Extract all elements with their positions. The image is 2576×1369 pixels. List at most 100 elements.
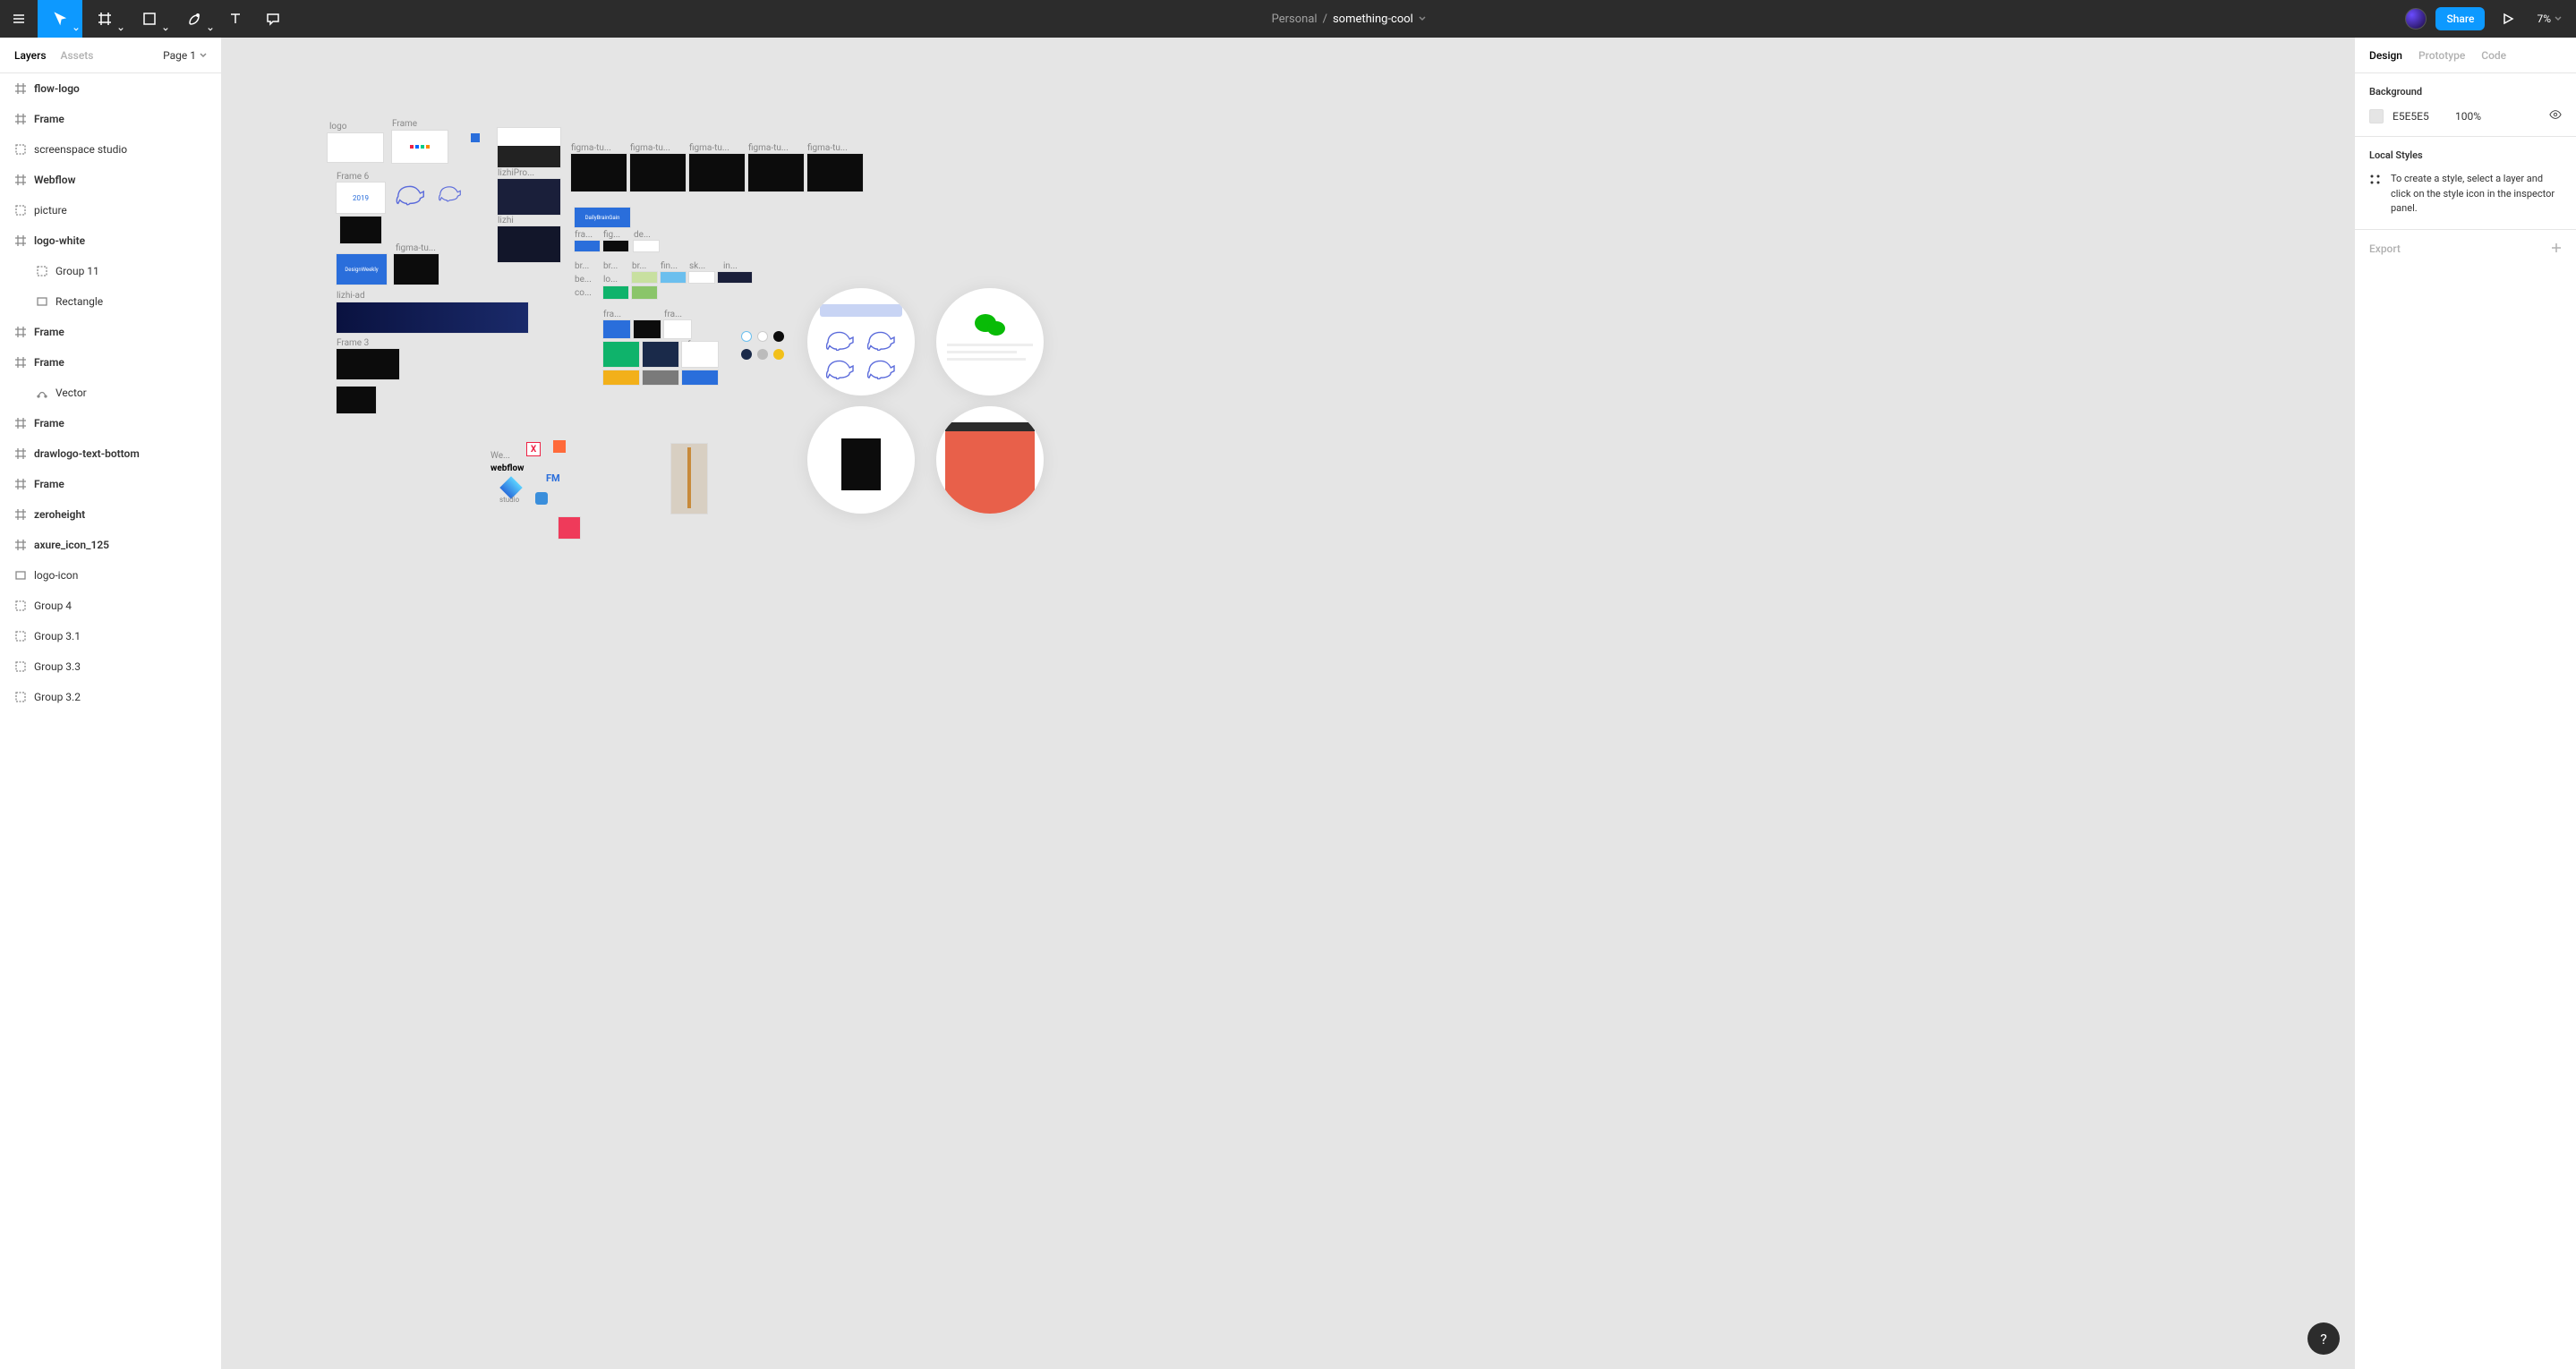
frame-label[interactable]: Frame — [392, 119, 417, 129]
art-chip[interactable] — [682, 370, 718, 385]
tab-layers[interactable]: Layers — [14, 49, 47, 62]
circle-preview-app1[interactable] — [807, 406, 915, 514]
layer-row[interactable]: flow-logo — [0, 73, 221, 104]
circle-preview-elephants[interactable] — [807, 288, 915, 395]
art-chip[interactable] — [643, 370, 678, 385]
art-chip[interactable] — [661, 272, 686, 283]
fm-text[interactable]: FM — [546, 472, 560, 484]
color-hex[interactable]: E5E5E5 — [2393, 110, 2446, 123]
background-row[interactable]: E5E5E5 100% — [2369, 108, 2562, 123]
art-black-small2[interactable] — [337, 387, 376, 413]
art-chip[interactable] — [634, 320, 661, 338]
frame-label[interactable]: in... — [723, 261, 738, 271]
layer-row[interactable]: axure_icon_125 — [0, 530, 221, 560]
dot-row[interactable] — [741, 349, 784, 360]
frame-label[interactable]: figma-tu... — [571, 143, 611, 153]
frame-label[interactable]: figma-tu... — [748, 143, 789, 153]
art-logo[interactable] — [328, 133, 383, 162]
layer-row[interactable]: Vector — [0, 378, 221, 408]
webflow-text[interactable]: webflow — [490, 463, 525, 473]
art-red-sq[interactable] — [559, 517, 580, 539]
text-tool[interactable] — [217, 0, 254, 38]
layers-list[interactable]: flow-logo Frame screenspace studioWebflowp… — [0, 73, 221, 1369]
visibility-toggle[interactable] — [2549, 108, 2562, 123]
share-button[interactable]: Share — [2435, 7, 2485, 30]
file-title-area[interactable]: Personal / something-cool — [292, 13, 2405, 26]
frame-label[interactable]: figma-tu... — [630, 143, 670, 153]
frame-label[interactable]: figma-tu... — [689, 143, 729, 153]
add-export-button[interactable] — [2551, 242, 2562, 256]
color-opacity[interactable]: 100% — [2455, 110, 2491, 123]
layer-row[interactable]: Webflow — [0, 165, 221, 195]
art-chip[interactable] — [603, 370, 639, 385]
menu-button[interactable] — [0, 0, 38, 38]
layer-row[interactable]: screenspace studio — [0, 134, 221, 165]
layer-row[interactable]: Rectangle — [0, 286, 221, 317]
layer-row[interactable]: drawlogo-text-bottom — [0, 438, 221, 469]
frame-label[interactable]: sk... — [689, 261, 705, 271]
layer-row[interactable]: Frame — [0, 408, 221, 438]
elephant-icon[interactable] — [437, 181, 464, 202]
art-chip[interactable] — [689, 272, 714, 283]
frame-label[interactable]: lizhiPro... — [498, 168, 534, 178]
tab-prototype[interactable]: Prototype — [2418, 49, 2465, 62]
layer-row[interactable]: Group 3.3 — [0, 651, 221, 682]
frame-label[interactable]: br... — [603, 261, 618, 271]
art-chip[interactable] — [664, 320, 691, 338]
layer-row[interactable]: logo-white — [0, 225, 221, 256]
layer-row[interactable]: picture — [0, 195, 221, 225]
art-figma-card[interactable] — [807, 154, 863, 191]
layer-row[interactable]: Group 3.1 — [0, 621, 221, 651]
art-chip[interactable] — [575, 241, 600, 251]
frame-label[interactable]: br... — [575, 261, 589, 271]
frame-label[interactable]: lo... — [603, 275, 618, 285]
art-chip[interactable] — [603, 342, 639, 367]
dot-row[interactable] — [741, 331, 784, 342]
pen-tool[interactable] — [172, 0, 217, 38]
art-chip[interactable] — [643, 342, 678, 367]
layer-row[interactable]: logo-icon — [0, 560, 221, 591]
frame-label[interactable]: figma-tu... — [396, 243, 436, 253]
art-figma-card[interactable] — [748, 154, 804, 191]
help-button[interactable]: ? — [2307, 1322, 2340, 1355]
frame-tool[interactable] — [82, 0, 127, 38]
elephant-icon[interactable] — [394, 179, 428, 206]
frame-label[interactable]: figma-tu... — [807, 143, 848, 153]
frame-label[interactable]: fra... — [664, 310, 682, 319]
frame-label[interactable]: logo — [329, 122, 346, 132]
art-small-blue[interactable] — [471, 133, 480, 142]
frame-label[interactable]: lizhi-ad — [337, 291, 365, 301]
color-swatch[interactable] — [2369, 109, 2384, 123]
logo-sq2[interactable] — [535, 492, 548, 505]
art-dailybrain[interactable]: DailyBrainGain — [575, 208, 630, 227]
art-figma-card[interactable] — [630, 154, 686, 191]
frame-label[interactable]: We... — [490, 451, 510, 461]
layer-row[interactable]: Frame — [0, 347, 221, 378]
art-chip[interactable] — [603, 286, 628, 299]
circle-preview-app2[interactable] — [936, 406, 1044, 514]
art-lizhipro[interactable] — [498, 179, 560, 215]
art-chip[interactable] — [632, 272, 657, 283]
frame-label[interactable]: fra... — [603, 310, 621, 319]
art-chip[interactable] — [634, 241, 659, 251]
art-qr[interactable] — [498, 128, 560, 167]
art-chip[interactable] — [603, 320, 630, 338]
logo-x[interactable]: X — [526, 442, 541, 456]
frame-label[interactable]: fin... — [661, 261, 678, 271]
studio-text[interactable]: studio — [499, 496, 519, 504]
comment-tool[interactable] — [254, 0, 292, 38]
canvas[interactable]: logo Frame lizhiPro... lizhi figma-tu...… — [222, 38, 2354, 1369]
art-frame[interactable] — [392, 131, 448, 163]
frame-label[interactable]: be... — [575, 275, 592, 285]
layer-row[interactable]: Group 3.2 — [0, 682, 221, 712]
shape-tool[interactable] — [127, 0, 172, 38]
art-black-small[interactable] — [340, 217, 381, 243]
art-frame3[interactable] — [337, 349, 399, 379]
art-figma-small[interactable] — [394, 254, 439, 285]
export-label[interactable]: Export — [2369, 242, 2401, 255]
art-lizhi[interactable] — [498, 226, 560, 262]
layer-row[interactable]: Frame — [0, 469, 221, 499]
art-chip[interactable] — [632, 286, 657, 299]
present-button[interactable] — [2494, 0, 2522, 38]
page-selector[interactable]: Page 1 — [163, 49, 207, 62]
